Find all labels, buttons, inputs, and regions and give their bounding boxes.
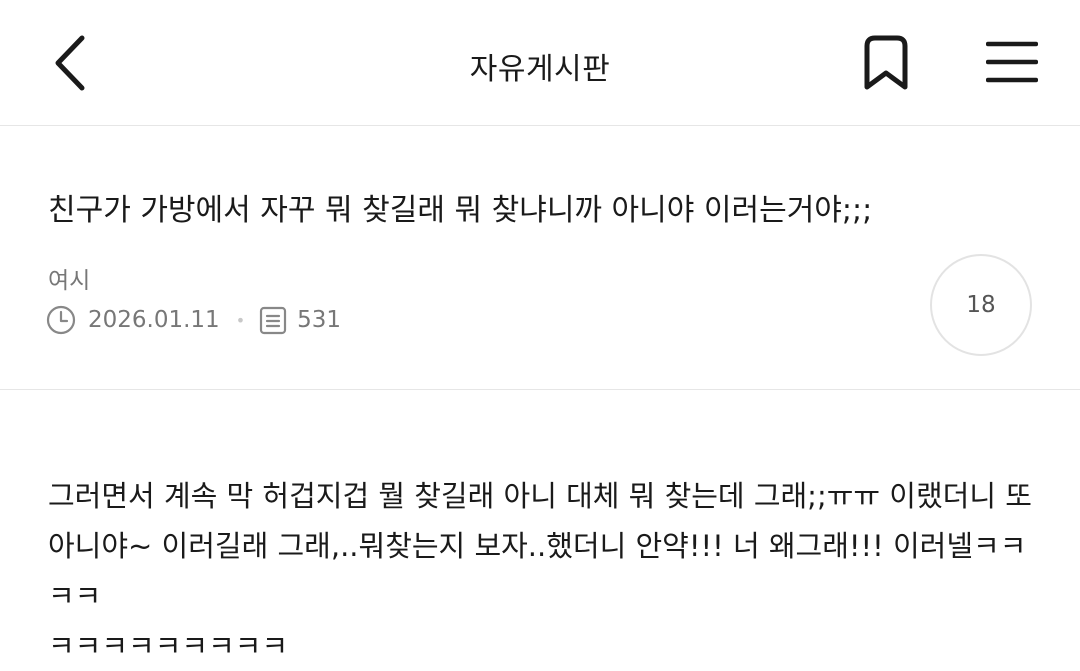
menu-button[interactable] xyxy=(980,34,1044,94)
separator-dot: • xyxy=(235,310,246,330)
comment-count-button[interactable]: 18 xyxy=(930,254,1032,356)
post-meta: 2026.01.11 • 531 xyxy=(46,305,341,335)
post-date: 2026.01.11 xyxy=(88,307,220,333)
clock-icon xyxy=(46,305,76,335)
top-app-bar: 자유게시판 xyxy=(0,0,1080,126)
post-body-line: 그러면서 계속 막 허겁지겁 뭘 찾길래 아니 대체 뭐 찾는데 그래;;ㅠㅠ … xyxy=(48,479,1032,513)
view-count: 531 xyxy=(297,307,342,333)
bookmark-icon xyxy=(861,34,911,96)
post-title: 친구가 가방에서 자꾸 뭐 찾길래 뭐 찾냐니까 아니야 이러는거야;;; xyxy=(48,193,873,228)
board-title: 자유게시판 xyxy=(469,52,611,87)
document-icon xyxy=(259,305,287,335)
comment-count: 18 xyxy=(966,292,996,318)
author-name[interactable]: 여시 xyxy=(48,261,90,295)
post-body-line: ㅋㅋㅋㅋㅋㅋㅋㅋㅋ xyxy=(48,629,289,663)
bookmark-button[interactable] xyxy=(855,32,917,98)
hamburger-menu-icon xyxy=(985,38,1039,90)
post-body: 그러면서 계속 막 허겁지겁 뭘 찾길래 아니 대체 뭐 찾는데 그래;;ㅠㅠ … xyxy=(48,471,1038,671)
post-body-line: 아니야~ 이러길래 그래,..뭐찾는지 보자..했더니 안약!!! 너 왜그래!… xyxy=(48,529,1027,613)
post-header: 친구가 가방에서 자꾸 뭐 찾길래 뭐 찾냐니까 아니야 이러는거야;;; 여시… xyxy=(0,127,1080,390)
